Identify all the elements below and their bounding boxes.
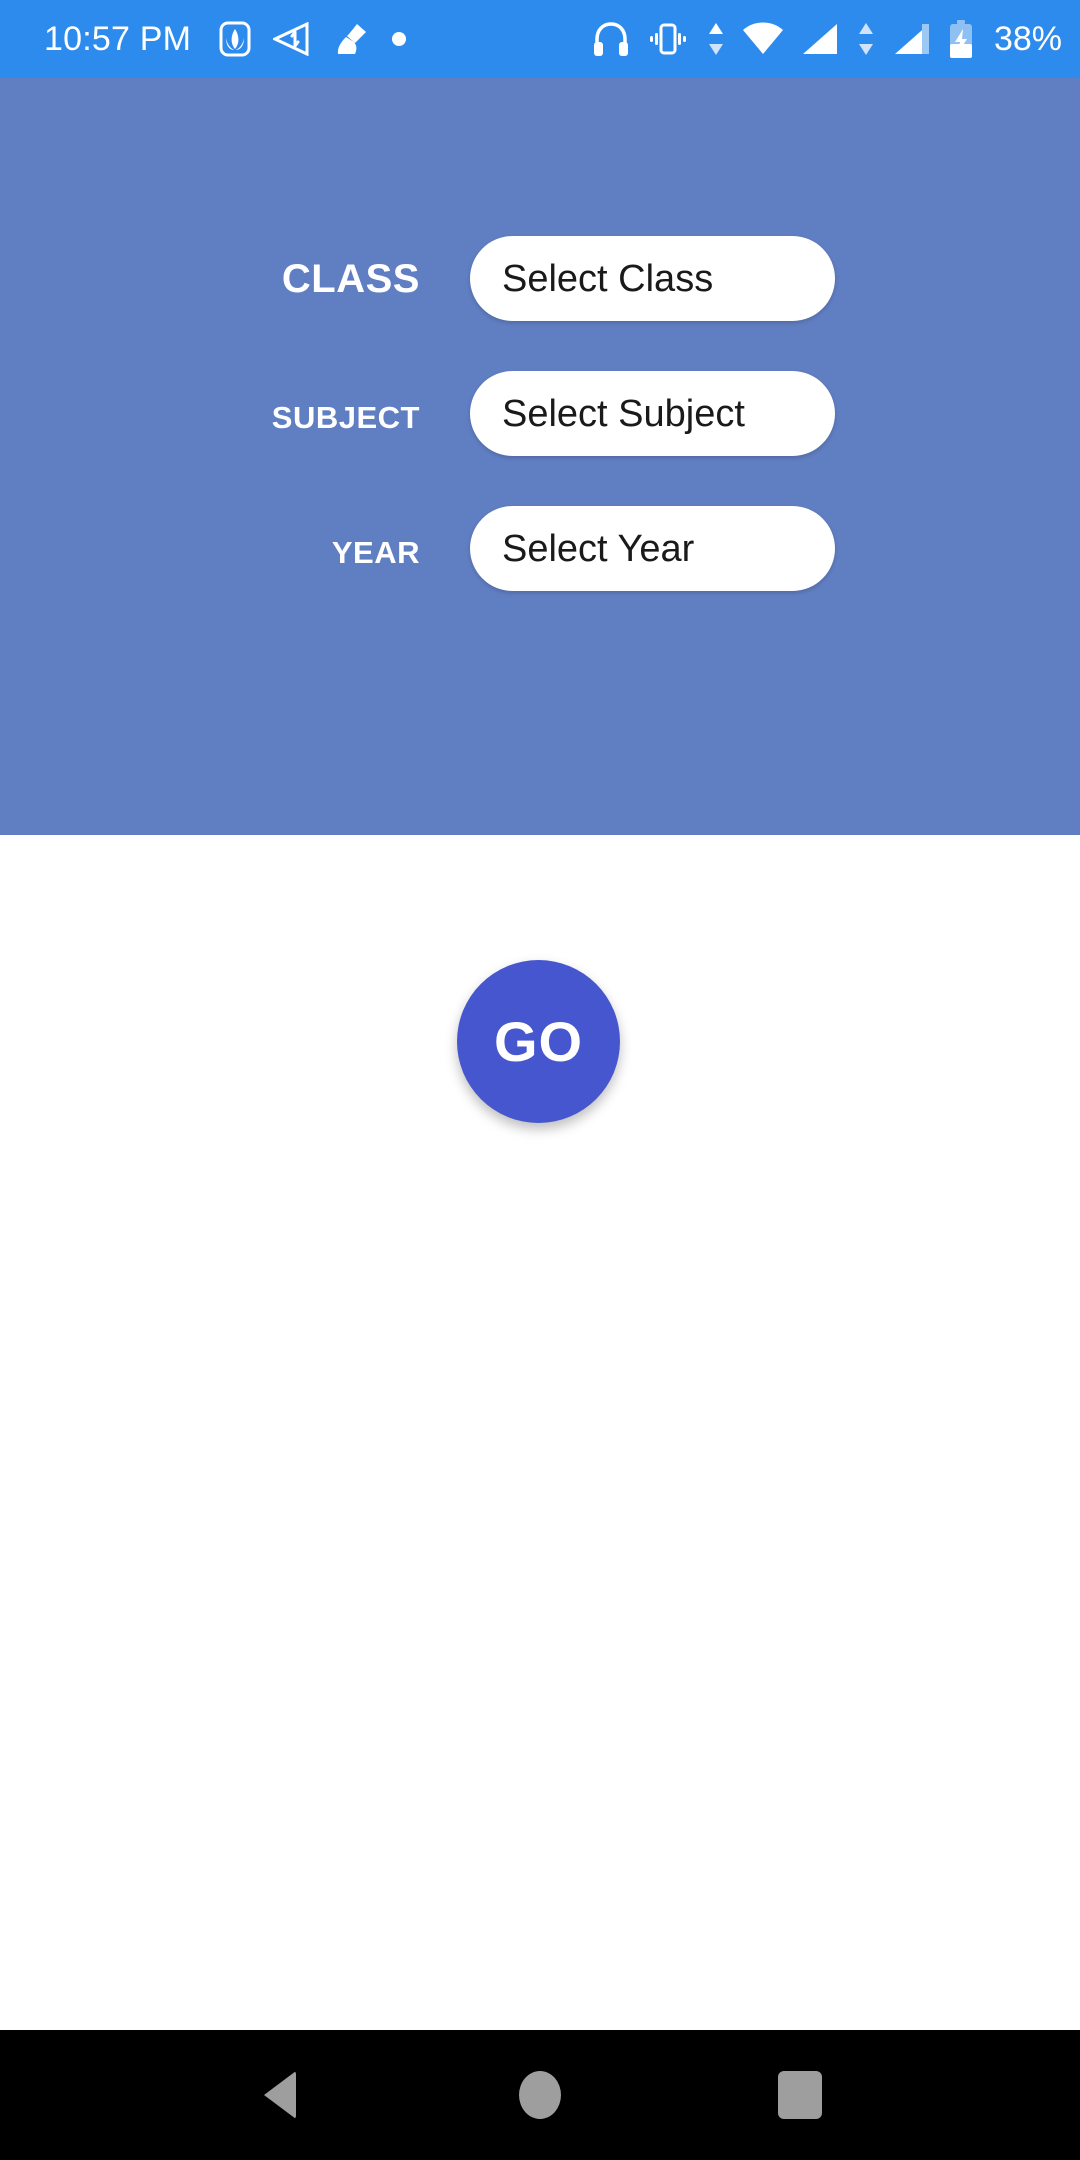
field-row-subject: Subject Select Subject	[0, 371, 1080, 456]
battery-charging-icon	[948, 20, 974, 58]
status-notification-icons	[219, 21, 407, 57]
mobile-data-arrows-icon	[706, 21, 726, 57]
vibrate-icon	[646, 21, 690, 57]
field-row-year: Year Select Year	[0, 506, 1080, 591]
app-notification-icon	[219, 21, 251, 57]
status-clock: 10:57 PM	[44, 19, 192, 58]
signal-bars-2-icon	[892, 22, 932, 56]
field-row-class: Class Select Class	[0, 236, 1080, 321]
cleaner-broom-icon	[333, 21, 369, 57]
subject-label: Subject	[271, 388, 420, 438]
dot-notification-icon	[391, 31, 407, 47]
select-year-dropdown[interactable]: Select Year	[470, 506, 835, 591]
recents-button[interactable]	[752, 2047, 848, 2143]
data-transfer-icon	[273, 22, 311, 56]
triangle-left-icon	[264, 2071, 296, 2119]
circle-icon	[519, 2071, 561, 2119]
status-system-icons: 38%	[592, 20, 1062, 59]
go-button[interactable]: GO	[457, 960, 620, 1123]
mobile-data-arrows-2-icon	[856, 21, 876, 57]
go-button-label: GO	[493, 1009, 584, 1073]
year-label: Year	[331, 523, 420, 573]
battery-percent-label: 38%	[993, 19, 1062, 58]
select-subject-dropdown[interactable]: Select Subject	[470, 371, 835, 456]
content-area: GO	[0, 835, 1080, 2030]
square-icon	[778, 2071, 822, 2119]
android-navigation-bar	[0, 2030, 1080, 2160]
select-class-dropdown[interactable]: Select Class	[470, 236, 835, 321]
select-year-value: Select Year	[502, 527, 695, 570]
back-button[interactable]	[232, 2047, 328, 2143]
wifi-icon	[742, 22, 784, 56]
signal-bars-1-icon	[800, 22, 840, 56]
select-class-value: Select Class	[502, 257, 714, 300]
home-button[interactable]	[492, 2047, 588, 2143]
headset-icon	[592, 21, 630, 57]
app-screen: 10:57 PM 38% CLASS Select Class subject …	[0, 0, 1080, 2160]
class-label: Class	[281, 256, 420, 301]
select-subject-value: Select Subject	[502, 392, 745, 435]
selector-panel: Class Select Class Subject Select Subjec…	[0, 78, 1080, 835]
status-bar: 10:57 PM 38%	[0, 0, 1080, 78]
